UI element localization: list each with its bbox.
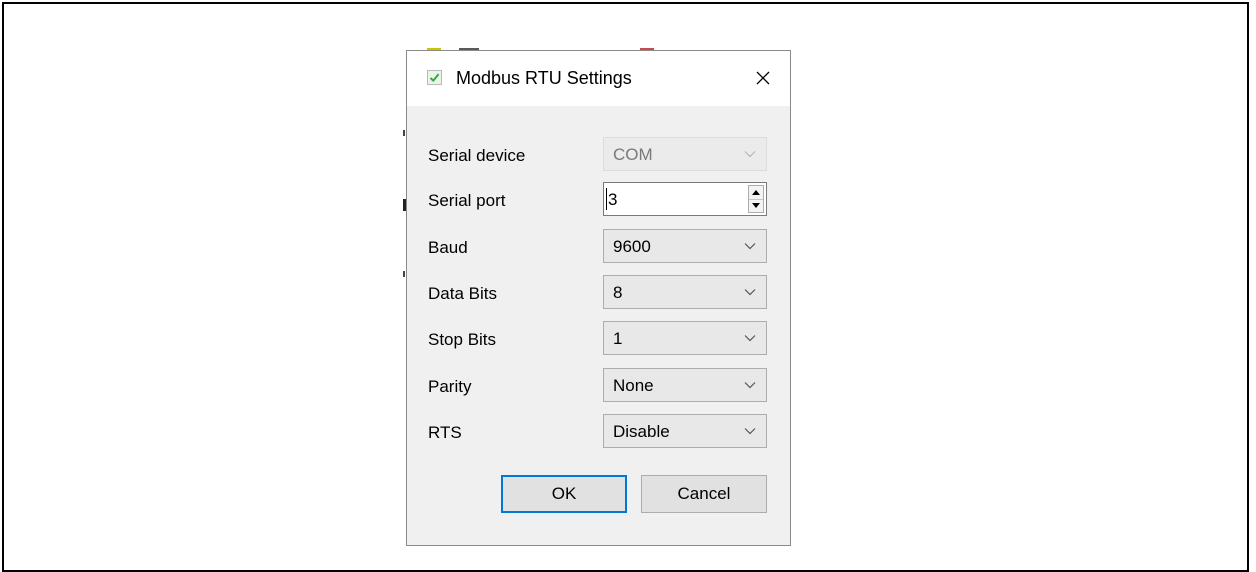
stop-bits-label: Stop Bits [428,330,497,349]
rts-select[interactable]: Disable [603,414,767,448]
data-bits-select[interactable]: 8 [603,275,767,309]
parity-select[interactable]: None [603,368,767,402]
baud-value: 9600 [613,237,651,256]
cancel-button[interactable]: Cancel [641,475,767,513]
serial-port-spinbox[interactable]: 3 [603,182,767,216]
chevron-down-icon [744,382,756,389]
parity-label: Parity [428,377,472,396]
chevron-down-icon [744,289,756,296]
background-fragment [403,271,405,277]
stop-bits-value: 1 [613,329,623,348]
close-icon [756,71,770,85]
text-caret [606,188,607,210]
stop-bits-select[interactable]: 1 [603,321,767,355]
serial-device-label: Serial device [428,146,526,165]
chevron-down-icon [744,428,756,435]
spin-buttons [748,185,764,213]
chevron-down-icon [744,243,756,250]
spin-up-button[interactable] [749,186,763,200]
serial-device-select: COM [603,137,767,171]
data-bits-value: 8 [613,283,623,302]
checkmark-icon [427,70,442,85]
dialog-titlebar: Modbus RTU Settings [407,51,790,106]
data-bits-label: Data Bits [428,284,497,303]
dialog-title: Modbus RTU Settings [456,68,632,88]
chevron-down-icon [744,151,756,158]
serial-device-value: COM [613,145,653,164]
modbus-rtu-settings-dialog: Modbus RTU Settings Serial device COM Se… [406,50,791,546]
ok-button[interactable]: OK [501,475,627,513]
spin-up-icon [752,190,760,195]
serial-port-value[interactable]: 3 [608,190,617,210]
baud-label: Baud [428,238,468,257]
baud-select[interactable]: 9600 [603,229,767,263]
parity-value: None [613,376,654,395]
chevron-down-icon [744,335,756,342]
close-button[interactable] [748,63,778,93]
rts-value: Disable [613,422,670,441]
spin-down-button[interactable] [749,199,763,212]
background-fragment [403,130,405,136]
spin-down-icon [752,203,760,208]
serial-port-label: Serial port [428,191,506,210]
rts-label: RTS [428,423,462,442]
